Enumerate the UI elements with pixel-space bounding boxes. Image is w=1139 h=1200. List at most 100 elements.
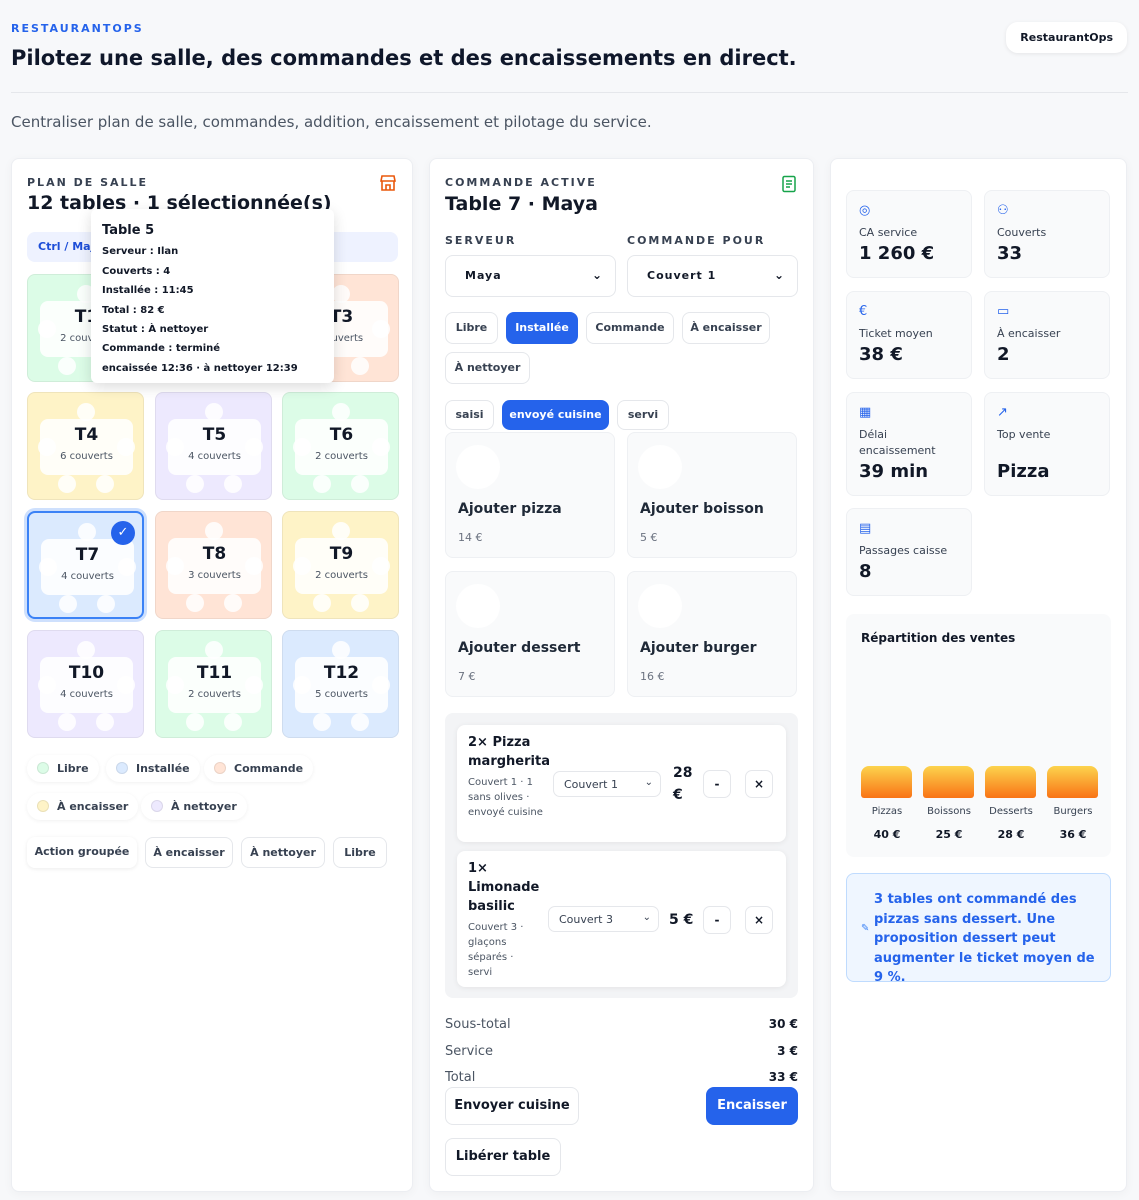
total-value: 33 € bbox=[768, 1070, 798, 1084]
chevron-down-icon: ⌄ bbox=[591, 268, 603, 282]
page-title: Pilotez une salle, des commandes et des … bbox=[11, 46, 797, 70]
item-seat-select[interactable]: Couvert 1 ⌄ bbox=[553, 771, 661, 797]
table-covers: 2 couverts bbox=[188, 689, 241, 700]
quick-add-dessert[interactable]: Ajouter dessert 7 € bbox=[445, 571, 615, 697]
table-t12[interactable]: T12 5 couverts bbox=[282, 630, 399, 738]
kpi-value: Pizza bbox=[997, 461, 1050, 482]
legend-item: À encaisser bbox=[27, 793, 139, 820]
table-t10[interactable]: T10 4 couverts bbox=[27, 630, 144, 738]
item-seat-select[interactable]: Couvert 3 ⌄ bbox=[548, 906, 659, 932]
chair bbox=[224, 475, 242, 493]
kpi-card: ⚇ Couverts 33 bbox=[984, 190, 1110, 278]
group-action-label: Action groupée bbox=[27, 837, 137, 868]
status-libre[interactable]: Libre bbox=[445, 312, 498, 344]
kpi-card: ↗ Top vente Pizza bbox=[984, 392, 1110, 496]
legend-label: À encaisser bbox=[57, 800, 129, 813]
group-action-nettoyer[interactable]: À nettoyer bbox=[241, 837, 325, 868]
kpi-value: 2 bbox=[997, 344, 1010, 365]
table-t6[interactable]: T6 2 couverts bbox=[282, 392, 399, 500]
dish-placeholder bbox=[638, 445, 682, 489]
calendar-icon: ▦ bbox=[859, 405, 872, 420]
kpi-value: 33 bbox=[997, 243, 1023, 264]
table-t8[interactable]: T8 3 couverts bbox=[155, 511, 272, 619]
stage-saisi[interactable]: saisi bbox=[445, 400, 494, 430]
kpi-label: Passages caisse bbox=[859, 544, 948, 557]
decrement-button[interactable]: - bbox=[703, 770, 731, 798]
quick-add-burger[interactable]: Ajouter burger 16 € bbox=[627, 571, 797, 697]
tooltip-line: encaissée 12:36 · à nettoyer 12:39 bbox=[102, 362, 298, 374]
total-row: Total 33 € bbox=[445, 1070, 798, 1085]
status-a-nettoyer[interactable]: À nettoyer bbox=[445, 352, 530, 384]
table-t7[interactable]: T7 4 couverts ✓ bbox=[27, 511, 144, 619]
service-value: 3 € bbox=[777, 1044, 798, 1058]
server-label: SERVEUR bbox=[445, 234, 517, 247]
chevron-down-icon: ⌄ bbox=[642, 912, 651, 923]
table-t9[interactable]: T9 2 couverts bbox=[282, 511, 399, 619]
bar bbox=[1047, 766, 1098, 798]
group-action-encaisser[interactable]: À encaisser bbox=[145, 837, 233, 868]
quick-add-name: Ajouter dessert bbox=[458, 640, 581, 656]
quick-add-boisson[interactable]: Ajouter boisson 5 € bbox=[627, 432, 797, 558]
tooltip-line: Total : 82 € bbox=[102, 304, 165, 316]
table-top: T8 3 couverts bbox=[168, 538, 261, 594]
status-installee[interactable]: Installée bbox=[506, 312, 578, 344]
send-kitchen-button[interactable]: Envoyer cuisine bbox=[445, 1087, 579, 1125]
quick-add-pizza[interactable]: Ajouter pizza 14 € bbox=[445, 432, 615, 558]
chart-title: Répartition des ventes bbox=[861, 631, 1016, 645]
bar-category: Pizzas bbox=[871, 806, 903, 817]
bar-value: 25 € bbox=[935, 828, 963, 841]
status-a-encaisser[interactable]: À encaisser bbox=[682, 312, 770, 344]
page-subtitle: Centraliser plan de salle, commandes, ad… bbox=[11, 113, 652, 131]
item-seat: Couvert 1 bbox=[564, 778, 618, 791]
app-badge[interactable]: RestaurantOps bbox=[1006, 22, 1127, 53]
table-top: T4 6 couverts bbox=[40, 419, 133, 475]
kpi-label: À encaisser bbox=[997, 327, 1061, 340]
table-t5[interactable]: T5 4 couverts bbox=[155, 392, 272, 500]
legend-label: Installée bbox=[136, 762, 190, 775]
legend-dot bbox=[116, 762, 128, 774]
remove-button[interactable]: × bbox=[745, 770, 773, 798]
pay-button[interactable]: Encaisser bbox=[706, 1087, 798, 1125]
table-top: T12 5 couverts bbox=[295, 657, 388, 713]
table-top: T11 2 couverts bbox=[168, 657, 261, 713]
legend-label: Libre bbox=[57, 762, 89, 775]
chair bbox=[313, 713, 331, 731]
sales-chart: Répartition des ventes Pizzas 40 € Boisson… bbox=[846, 614, 1111, 857]
quick-add-price: 14 € bbox=[458, 531, 483, 544]
legend-label: Commande bbox=[234, 762, 304, 775]
chevron-down-icon: ⌄ bbox=[773, 268, 785, 282]
total-label: Total bbox=[445, 1070, 476, 1085]
legend-dot bbox=[151, 800, 163, 812]
kpi-value: 8 bbox=[859, 561, 872, 582]
dish-placeholder bbox=[456, 445, 500, 489]
status-commande[interactable]: Commande bbox=[586, 312, 674, 344]
remove-button[interactable]: × bbox=[745, 906, 773, 934]
kpi-card: ▭ À encaisser 2 bbox=[984, 291, 1110, 379]
bar-value: 36 € bbox=[1059, 828, 1087, 841]
chair bbox=[313, 594, 331, 612]
legend-item: Commande bbox=[204, 755, 314, 782]
stage-servi[interactable]: servi bbox=[617, 400, 669, 430]
wallet-icon: ▭ bbox=[997, 304, 1010, 319]
group-action-libre[interactable]: Libre bbox=[333, 837, 387, 868]
table-name: T10 bbox=[68, 663, 105, 683]
receipt-icon: ▤ bbox=[859, 521, 872, 536]
dish-placeholder bbox=[638, 584, 682, 628]
order-label: COMMANDE ACTIVE bbox=[445, 176, 597, 189]
table-t11[interactable]: T11 2 couverts bbox=[155, 630, 272, 738]
cover-select[interactable]: Couvert 1 ⌄ bbox=[627, 255, 798, 297]
stage-envoye-cuisine[interactable]: envoyé cuisine bbox=[502, 400, 609, 430]
chair bbox=[96, 713, 114, 731]
order-item: 1× Limonade basilic Couvert 3 · glaçons … bbox=[457, 851, 786, 987]
decrement-button[interactable]: - bbox=[703, 906, 731, 934]
free-table-button[interactable]: Libérer table bbox=[445, 1138, 561, 1176]
chair bbox=[97, 595, 115, 613]
bar-category: Burgers bbox=[1053, 806, 1093, 817]
tooltip-line: Commande : terminé bbox=[102, 343, 221, 355]
table-top: T5 4 couverts bbox=[168, 419, 261, 475]
kpi-label: Ticket moyen bbox=[859, 327, 933, 340]
table-t4[interactable]: T4 6 couverts bbox=[27, 392, 144, 500]
server-select[interactable]: Maya ⌄ bbox=[445, 255, 616, 297]
chair bbox=[224, 594, 242, 612]
subtotal-label: Sous-total bbox=[445, 1017, 511, 1032]
